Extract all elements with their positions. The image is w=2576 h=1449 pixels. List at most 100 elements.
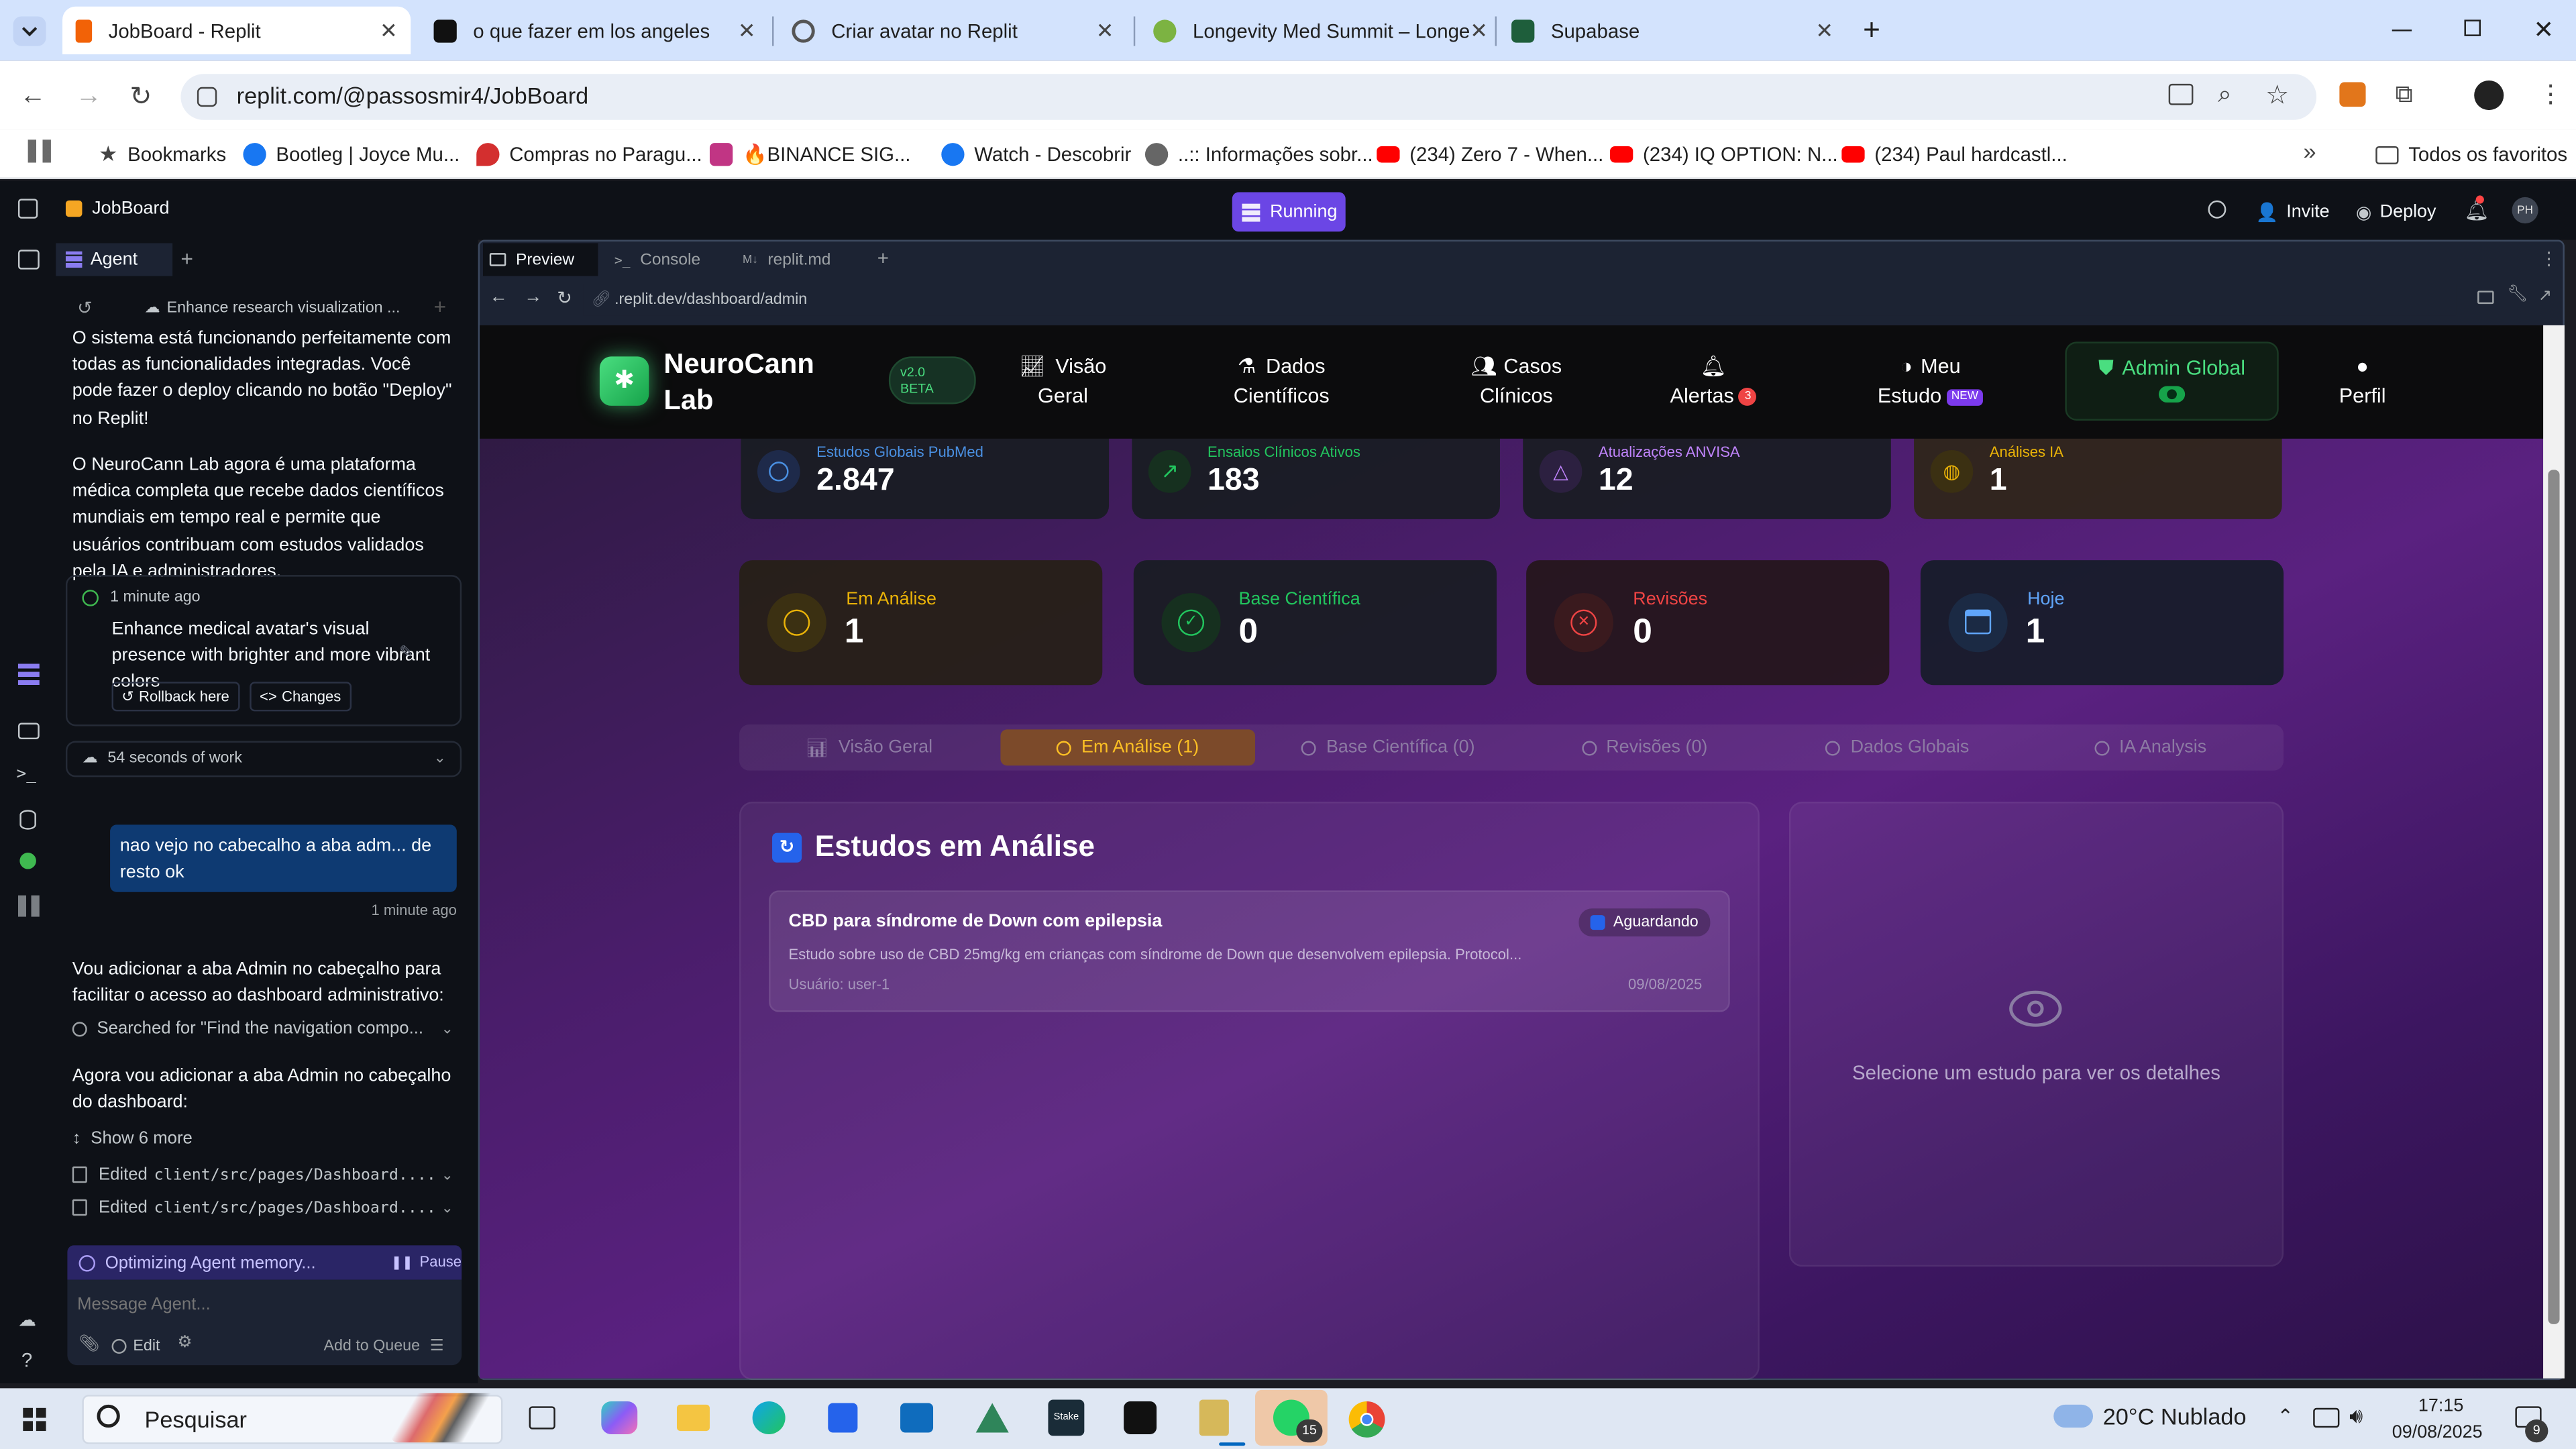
profile-avatar[interactable] <box>2474 80 2504 111</box>
preview-reload-icon[interactable]: ↻ <box>557 288 572 309</box>
edit-action-1[interactable]: Edited client/src/pages/Dashboard.... ⌄ <box>72 1165 453 1185</box>
minimize-icon[interactable] <box>2392 30 2412 32</box>
extensions-icon[interactable]: ⧉ <box>2396 80 2413 109</box>
edit-action-2[interactable]: Edited client/src/pages/Dashboard.... ⌄ <box>72 1197 453 1218</box>
forward-icon[interactable]: → <box>76 82 102 111</box>
metamask-icon[interactable] <box>2339 82 2366 107</box>
zoom-icon[interactable]: ⌕ <box>2218 80 2232 109</box>
tab-dados-globais[interactable]: Dados Globais <box>1774 729 2021 765</box>
close-window-icon[interactable]: ✕ <box>2533 15 2554 44</box>
tab-preview[interactable]: Preview <box>483 243 598 276</box>
store-icon[interactable] <box>828 1403 858 1433</box>
more-bookmarks-icon[interactable]: » <box>2303 138 2316 164</box>
chevron-down-icon[interactable]: ⌄ <box>434 749 446 767</box>
new-chat-icon[interactable]: + <box>434 294 447 319</box>
search-action[interactable]: Searched for "Find the navigation compo.… <box>72 1018 453 1038</box>
browser-tab-2[interactable]: Criar avatar no Replit ✕ <box>779 7 1127 54</box>
file-explorer-icon[interactable] <box>676 1404 710 1432</box>
reload-icon[interactable]: ↻ <box>129 80 152 113</box>
preview-url[interactable]: 🔗︎ .replit.dev/dashboard/admin <box>592 290 808 309</box>
preview-back-icon[interactable]: ← <box>490 288 508 307</box>
open-new-window-icon[interactable]: ↗ <box>2538 288 2553 306</box>
close-tab-icon[interactable]: ✕ <box>1815 17 1833 44</box>
chat-icon[interactable]: ☁ <box>18 1309 36 1330</box>
nav-admin-global[interactable]: ⛊ Admin Global <box>2065 341 2279 421</box>
database-icon[interactable] <box>19 810 36 830</box>
help-icon[interactable]: ? <box>21 1349 32 1372</box>
bookmark-item[interactable]: Watch - Descobrir <box>941 138 1131 171</box>
rollback-button[interactable]: ↺ Rollback here <box>111 682 239 712</box>
preview-forward-icon[interactable]: → <box>524 288 542 307</box>
notepad-icon[interactable] <box>1199 1399 1229 1436</box>
attach-icon[interactable]: 📎︎ <box>79 1336 100 1354</box>
tab-console[interactable]: >_ Console <box>608 243 729 276</box>
pane-divider[interactable] <box>471 239 478 1384</box>
pause-button[interactable]: ❚❚ Pause <box>391 1254 462 1270</box>
new-tab-icon[interactable]: + <box>1863 13 1880 48</box>
secrets-icon[interactable] <box>19 853 36 869</box>
tab-search-icon[interactable] <box>13 16 46 46</box>
tab-em-analise[interactable]: Em Análise (1) <box>1000 729 1256 766</box>
back-icon[interactable]: ← <box>19 82 46 111</box>
browser-tab-4[interactable]: Supabase ✕ <box>1498 7 1846 54</box>
nav-alertas[interactable]: 🔔︎ Alertas 3 <box>1656 352 1771 411</box>
capcut-icon[interactable] <box>1124 1401 1157 1434</box>
agent-rail-icon[interactable] <box>17 663 40 686</box>
preview-scrollbar-thumb[interactable] <box>2548 470 2560 1324</box>
deploy-button[interactable]: ◉ Deploy <box>2346 194 2446 230</box>
url-text[interactable]: replit.com/@passosmir4/JobBoard <box>237 82 589 108</box>
devtools-icon[interactable]: 🔧︎ <box>2507 286 2528 304</box>
install-icon[interactable] <box>2168 83 2194 105</box>
close-tab-icon[interactable]: ✕ <box>738 17 756 44</box>
preview-url-bar[interactable] <box>583 284 2457 316</box>
bookmark-item[interactable]: (234) Paul hardcastl... <box>1841 138 2068 171</box>
app-triangle-icon[interactable] <box>975 1403 1009 1433</box>
nav-visao-geral[interactable]: 📈︎ Visão Geral <box>1006 352 1120 411</box>
new-workspace-tab-icon[interactable]: + <box>877 246 889 269</box>
outlook-icon[interactable] <box>900 1403 934 1433</box>
devices-icon[interactable] <box>2477 290 2494 305</box>
bookmark-item[interactable]: (234) IQ OPTION: N... <box>1610 138 1838 171</box>
nav-perfil[interactable]: ● Perfil <box>2308 352 2417 411</box>
clock-date[interactable]: 09/08/2025 <box>2392 1423 2483 1442</box>
nav-casos-clinicos[interactable]: 👥︎ Casos Clínicos <box>1459 352 1574 411</box>
bookmark-item[interactable]: (234) Zero 7 - When... <box>1377 138 1603 171</box>
tray-chevron-icon[interactable]: ⌃ <box>2277 1405 2294 1428</box>
bookmark-item[interactable]: Bootleg | Joyce Mu... <box>243 138 460 171</box>
star-icon[interactable]: ☆ <box>2265 79 2289 112</box>
close-tab-icon[interactable]: ✕ <box>1470 17 1488 44</box>
browser-tab-1[interactable]: o que fazer em los angeles ✕ <box>421 7 769 54</box>
user-avatar[interactable]: PH <box>2512 197 2538 224</box>
brand-name[interactable]: NeuroCann Lab <box>663 347 814 419</box>
all-bookmarks[interactable]: Todos os favoritos <box>2375 138 2567 171</box>
bookmark-folder[interactable]: ★ Bookmarks <box>99 138 226 171</box>
stake-icon[interactable]: Stake <box>1048 1399 1085 1436</box>
network-icon[interactable] <box>2313 1407 2340 1428</box>
task-view-icon[interactable] <box>529 1406 555 1430</box>
bookmark-item[interactable]: 🔥BINANCE SIG... <box>709 138 910 171</box>
chrome-menu-icon[interactable]: ⋮ <box>2538 79 2563 109</box>
message-input[interactable] <box>77 1291 447 1318</box>
apps-icon[interactable] <box>17 895 40 917</box>
tab-replit-md[interactable]: M↓ replit.md <box>736 243 867 276</box>
add-to-queue-button[interactable]: Add to Queue ☰ <box>323 1337 443 1355</box>
run-button[interactable]: Running <box>1232 192 1346 232</box>
edge-icon[interactable] <box>752 1401 786 1434</box>
tab-revisoes[interactable]: Revisões (0) <box>1521 729 1768 765</box>
project-name[interactable]: JobBoard <box>65 199 169 219</box>
nav-dados-cientificos[interactable]: ⚗︎ Dados Científicos <box>1216 352 1347 411</box>
shell-icon[interactable]: >_ <box>16 765 36 784</box>
volume-icon[interactable]: 🔊︎ <box>2349 1403 2363 1429</box>
history-icon[interactable]: ↺ <box>77 297 93 319</box>
settings-sliders-icon[interactable]: ⚙︎ <box>177 1334 192 1352</box>
workspace-menu-icon[interactable]: ⋮ <box>2540 248 2558 269</box>
new-tab-plus-icon[interactable]: + <box>180 246 193 271</box>
edit-mode-button[interactable]: Edit <box>111 1337 160 1355</box>
invite-button[interactable]: 👤 Invite <box>2246 194 2340 230</box>
files-icon[interactable] <box>17 250 40 270</box>
copilot-icon[interactable] <box>601 1401 638 1434</box>
tab-base-cientifica[interactable]: Base Científica (0) <box>1265 729 1511 765</box>
browser-tab-0[interactable]: JobBoard - Replit ✕ <box>62 6 411 54</box>
apps-grid-icon[interactable] <box>28 140 51 163</box>
tab-ia-analysis[interactable]: IA Analysis <box>2027 729 2273 765</box>
